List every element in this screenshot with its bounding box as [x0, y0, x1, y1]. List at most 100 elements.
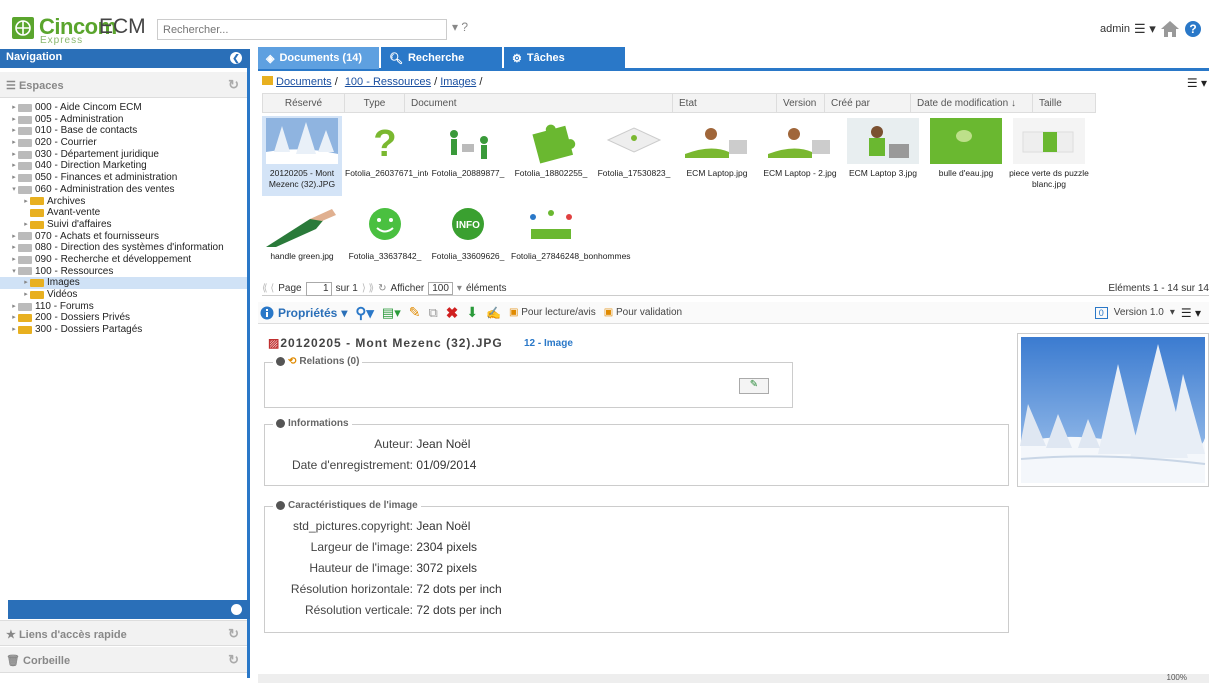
crumb-images[interactable]: Images: [440, 76, 476, 88]
delete-icon[interactable]: ✖: [446, 304, 459, 322]
first-page-icon[interactable]: ⟪ ⟨: [262, 283, 274, 294]
copy-icon[interactable]: ⧉: [428, 305, 437, 321]
chevron-right-icon[interactable]: ▸: [10, 160, 18, 172]
tree-item[interactable]: ▸ Vidéos: [0, 289, 247, 301]
chevron-right-icon[interactable]: ▸: [10, 125, 18, 137]
help-icon[interactable]: ?: [1184, 20, 1202, 38]
search-input[interactable]: [157, 19, 447, 40]
tab-taches[interactable]: ⚙ Tâches: [504, 47, 625, 69]
tab-documents[interactable]: ◈ Documents (14): [258, 47, 379, 69]
informations-toggle[interactable]: Informations: [273, 418, 352, 429]
refresh-icon[interactable]: ↻: [228, 652, 239, 668]
col-document[interactable]: Document: [405, 94, 673, 112]
document-thumbnail[interactable]: Fotolia_17530823_: [594, 116, 674, 196]
tree-item[interactable]: Avant-vente: [0, 207, 247, 219]
document-thumbnail[interactable]: piece verte ds puzzle blanc.jpg: [1009, 116, 1089, 196]
crumb-ressources[interactable]: 100 - Ressources: [345, 76, 431, 88]
tree-item[interactable]: ▸ Archives: [0, 196, 247, 208]
search-icon[interactable]: ⚲▾: [355, 304, 374, 322]
chevron-right-icon[interactable]: ▸: [10, 312, 18, 324]
chevron-right-icon[interactable]: ▸: [10, 102, 18, 114]
tree-item[interactable]: ▸ 010 - Base de contacts: [0, 125, 247, 137]
chevron-right-icon[interactable]: ▸: [10, 254, 18, 266]
document-thumbnail[interactable]: Fotolia_20889877_: [428, 116, 508, 196]
tree-item[interactable]: ▸ 110 - Forums: [0, 301, 247, 313]
document-thumbnail[interactable]: Fotolia_27846248_bonhommes: [511, 199, 631, 279]
user-name[interactable]: admin: [1100, 23, 1130, 35]
document-thumbnail[interactable]: bulle d'eau.jpg: [926, 116, 1006, 196]
workflow-validation-button[interactable]: ▣ Pour validation: [604, 307, 682, 318]
col-taille[interactable]: Taille: [1033, 94, 1095, 112]
document-thumbnail[interactable]: ? Fotolia_26037671_interrogation.jpg: [345, 116, 479, 196]
list-menu-icon[interactable]: ☰ ▾: [1187, 76, 1207, 90]
document-thumbnail[interactable]: ECM Laptop.jpg: [677, 116, 757, 196]
document-thumbnail[interactable]: 20120205 - Mont Mezenc (32).JPG: [262, 116, 342, 196]
image-properties-toggle[interactable]: Caractéristiques de l'image: [273, 500, 421, 511]
collapsed-panel-bar[interactable]: [8, 600, 250, 619]
tree-item[interactable]: ▸ Suivi d'affaires: [0, 219, 247, 231]
chevron-down-icon[interactable]: ▾: [10, 184, 18, 196]
chevron-right-icon[interactable]: ▸: [10, 301, 18, 313]
workflow-review-button[interactable]: ▣ Pour lecture/avis: [509, 307, 596, 318]
refresh-icon[interactable]: ↻: [228, 626, 239, 642]
tree-item[interactable]: ▸ 020 - Courrier: [0, 137, 247, 149]
trash-header[interactable]: 🗑 Corbeille ↻: [0, 647, 247, 673]
chevron-right-icon[interactable]: ▸: [22, 196, 30, 208]
tree-item[interactable]: ▾ 060 - Administration des ventes: [0, 184, 247, 196]
col-cree-par[interactable]: Créé par: [825, 94, 911, 112]
page-size-select[interactable]: 100: [428, 282, 453, 295]
chevron-right-icon[interactable]: ▸: [10, 149, 18, 161]
chevron-down-icon[interactable]: ▾: [10, 266, 18, 278]
sign-icon[interactable]: ✍: [486, 306, 501, 320]
collapse-icon[interactable]: [276, 419, 285, 428]
document-thumbnail[interactable]: ECM Laptop 3.jpg: [843, 116, 923, 196]
chevron-right-icon[interactable]: ▸: [10, 137, 18, 149]
espaces-header[interactable]: ☰ Espaces ↻: [0, 72, 247, 98]
tree-item[interactable]: ▸ 090 - Recherche et développement: [0, 254, 247, 266]
tree-item[interactable]: ▸ 030 - Département juridique: [0, 149, 247, 161]
edit-icon[interactable]: ✎: [409, 304, 421, 321]
refresh-icon[interactable]: ↻: [228, 77, 239, 93]
tree-item[interactable]: ▸ 050 - Finances et administration: [0, 172, 247, 184]
version-select[interactable]: Version 1.0: [1114, 307, 1164, 318]
home-icon[interactable]: [1160, 20, 1180, 38]
chevron-right-icon[interactable]: ▸: [22, 289, 30, 301]
chevron-right-icon[interactable]: ▸: [22, 219, 30, 231]
chevron-right-icon[interactable]: ▸: [10, 324, 18, 336]
tree-item[interactable]: ▸ 070 - Achats et fournisseurs: [0, 231, 247, 243]
tab-recherche[interactable]: 🔍︎ Recherche: [381, 47, 502, 69]
zoom-level[interactable]: 100%: [1167, 673, 1187, 682]
search-options[interactable]: ▾ ?: [452, 20, 468, 34]
document-thumbnail[interactable]: handle green.jpg: [262, 199, 342, 279]
tree-item[interactable]: ▸ 300 - Dossiers Partagés: [0, 324, 247, 336]
col-date-modification[interactable]: Date de modification ↓: [911, 94, 1033, 112]
add-document-icon[interactable]: ▤▾: [382, 305, 401, 321]
user-menu-icon[interactable]: ☰ ▾: [1134, 21, 1156, 37]
col-version[interactable]: Version: [777, 94, 825, 112]
properties-button[interactable]: Propriétés ▾: [260, 306, 347, 320]
page-number-input[interactable]: 1: [305, 281, 332, 296]
tree-item[interactable]: ▸ Images: [0, 277, 247, 289]
tree-item[interactable]: ▸ 080 - Direction des systèmes d'informat…: [0, 242, 247, 254]
col-reserve[interactable]: Réservé: [263, 94, 345, 112]
chevron-right-icon[interactable]: ▸: [22, 277, 30, 289]
document-thumbnail[interactable]: INFO Fotolia_33609626_: [428, 199, 508, 279]
crumb-documents[interactable]: Documents: [276, 76, 332, 88]
chevron-right-icon[interactable]: ▸: [10, 114, 18, 126]
chevron-right-icon[interactable]: ▸: [10, 231, 18, 243]
comment-badge[interactable]: 0: [1094, 306, 1108, 319]
download-icon[interactable]: ⬇: [466, 304, 478, 321]
document-thumbnail[interactable]: ECM Laptop - 2.jpg: [760, 116, 840, 196]
collapse-left-icon[interactable]: ❮: [230, 52, 242, 64]
collapse-icon[interactable]: [276, 357, 285, 366]
document-thumbnail[interactable]: Fotolia_33637842_: [345, 199, 425, 279]
quick-links-header[interactable]: ★ Liens d'accès rapide ↻: [0, 620, 247, 646]
collapse-icon[interactable]: [276, 501, 285, 510]
tree-item[interactable]: ▸ 040 - Direction Marketing: [0, 160, 247, 172]
chevron-right-icon[interactable]: ▸: [10, 242, 18, 254]
col-type[interactable]: Type: [345, 94, 405, 112]
tree-item[interactable]: ▸ 000 - Aide Cincom ECM: [0, 102, 247, 114]
expand-up-icon[interactable]: [231, 604, 242, 615]
document-thumbnail[interactable]: Fotolia_18802255_: [511, 116, 591, 196]
last-page-icon[interactable]: ⟩ ⟫: [362, 283, 374, 294]
